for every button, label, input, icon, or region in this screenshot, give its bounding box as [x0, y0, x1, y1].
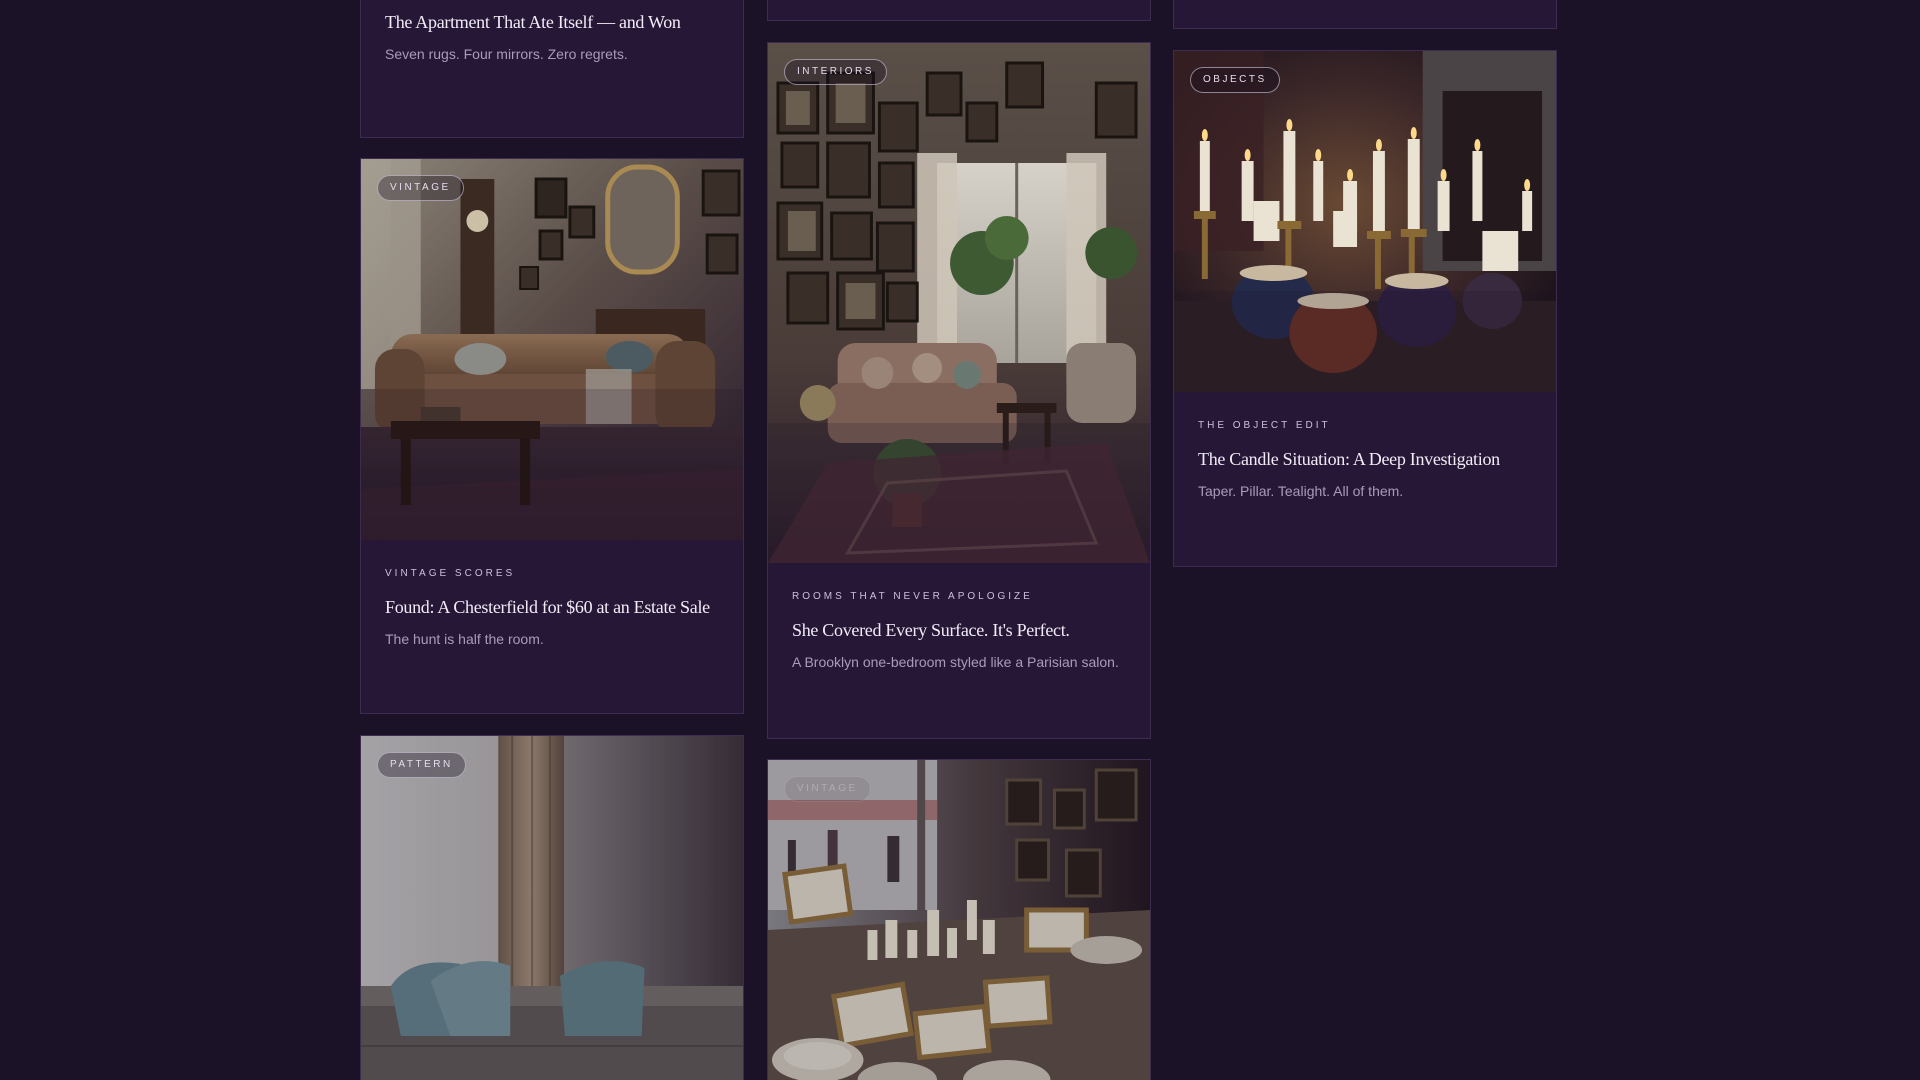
article-card-interiors[interactable]: INTERIORS ROOMS THAT NEVER APOLOGIZE She…	[767, 42, 1151, 739]
article-title[interactable]: Found: A Chesterfield for $60 at an Esta…	[385, 596, 719, 618]
article-image[interactable]: INTERIORS	[768, 43, 1150, 563]
article-card-market[interactable]: VINTAGE	[767, 759, 1151, 1080]
article-card-apartment[interactable]: The Apartment That Ate Itself — and Won …	[360, 0, 744, 138]
category-tag[interactable]: OBJECTS	[1190, 67, 1280, 93]
article-card-top-middle[interactable]	[767, 0, 1151, 21]
candles-photo	[1174, 51, 1556, 392]
article-title[interactable]: The Candle Situation: A Deep Investigati…	[1198, 448, 1532, 470]
article-image[interactable]: VINTAGE	[768, 760, 1150, 1080]
article-grid: The Apartment That Ate Itself — and Won …	[0, 0, 1920, 1080]
article-title[interactable]: She Covered Every Surface. It's Perfect.	[792, 619, 1126, 641]
article-card-top-right[interactable]	[1173, 0, 1557, 29]
article-image[interactable]: OBJECTS	[1174, 51, 1556, 392]
article-card-pattern[interactable]: PATTERN	[360, 735, 744, 1080]
salon-room-photo	[768, 43, 1150, 563]
category-tag[interactable]: VINTAGE	[377, 175, 464, 201]
antique-table-photo	[768, 760, 1150, 1080]
article-card-candles[interactable]: OBJECTS THE OBJECT EDIT The Candle Situa…	[1173, 50, 1557, 567]
article-kicker[interactable]: VINTAGE SCORES	[385, 568, 719, 580]
article-title[interactable]: The Apartment That Ate Itself — and Won	[385, 11, 719, 33]
article-dek: Seven rugs. Four mirrors. Zero regrets.	[385, 46, 628, 62]
article-image[interactable]: VINTAGE	[361, 159, 743, 540]
article-dek: Taper. Pillar. Tealight. All of them.	[1198, 483, 1404, 499]
category-tag[interactable]: INTERIORS	[784, 59, 887, 85]
article-image[interactable]: PATTERN	[361, 736, 743, 1080]
article-dek: A Brooklyn one-bedroom styled like a Par…	[792, 654, 1119, 670]
article-card-chesterfield[interactable]: VINTAGE VINTAGE SCORES Found: A Chesterf…	[360, 158, 744, 714]
category-tag[interactable]: PATTERN	[377, 752, 466, 778]
article-kicker[interactable]: THE OBJECT EDIT	[1198, 420, 1532, 432]
article-kicker[interactable]: ROOMS THAT NEVER APOLOGIZE	[792, 591, 1126, 603]
category-tag[interactable]: VINTAGE	[784, 776, 871, 802]
article-dek: The hunt is half the room.	[385, 631, 544, 647]
living-room-photo	[361, 159, 743, 540]
sofa-window-photo	[361, 736, 743, 1080]
